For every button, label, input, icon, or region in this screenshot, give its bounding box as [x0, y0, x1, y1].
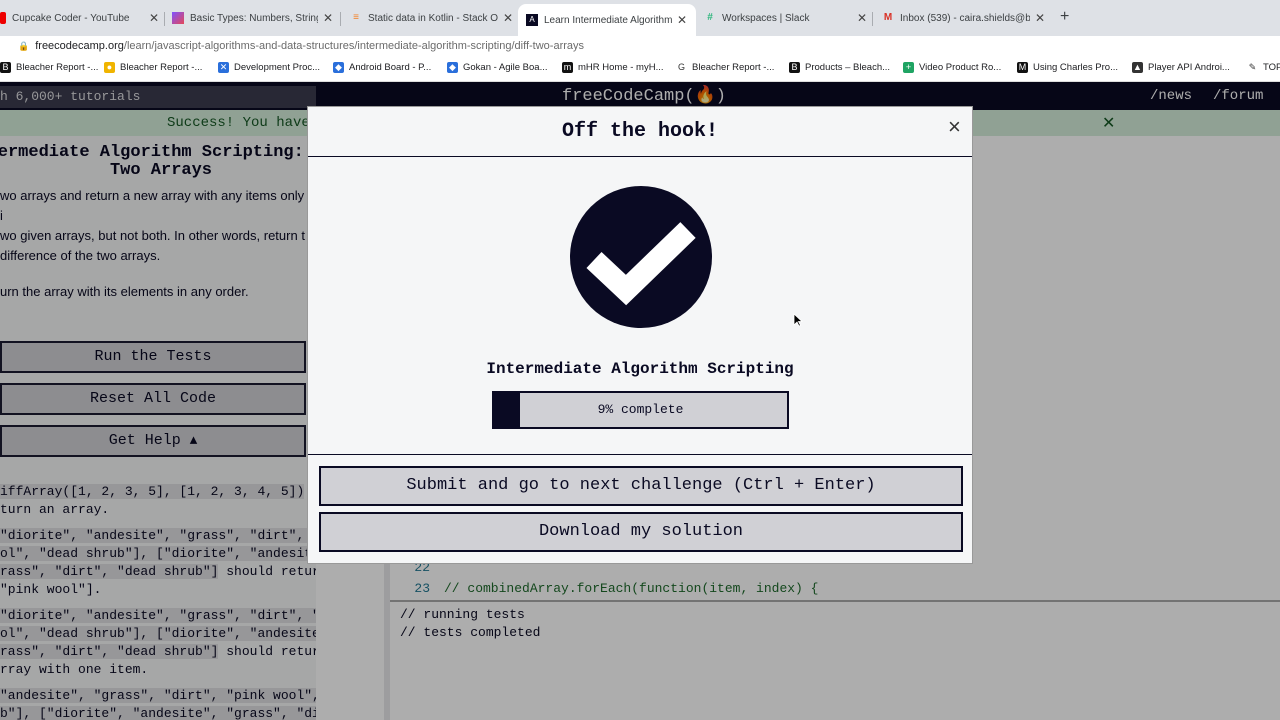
completion-modal: Off the hook! × Intermediate Algorithm S… — [307, 106, 973, 564]
tab-close-icon[interactable]: ✕ — [856, 11, 868, 25]
tab-title: Workspaces | Slack — [722, 12, 810, 24]
bookmark-favicon-icon: m — [562, 62, 573, 73]
modal-title: Off the hook! — [561, 120, 719, 143]
tab-freecodecamp[interactable]: A Learn Intermediate Algorithm S ✕ — [518, 4, 696, 36]
tab-title: Basic Types: Numbers, Strings — [190, 12, 318, 24]
bookmark-item[interactable]: ◆ Gokan - Agile Boa... — [447, 62, 548, 73]
bookmark-item[interactable]: + Video Product Ro... — [903, 62, 1001, 73]
bookmarks-bar: B Bleacher Report -... ● Bleacher Report -.… — [0, 56, 1280, 82]
tab-stackoverflow[interactable]: ≡ Static data in Kotlin - Stack Ov ✕ — [350, 8, 514, 28]
bookmark-favicon-icon: M — [1017, 62, 1028, 73]
tab-close-icon[interactable]: ✕ — [502, 11, 514, 25]
stackoverflow-icon: ≡ — [353, 12, 359, 23]
tab-title: Learn Intermediate Algorithm S — [544, 14, 672, 26]
bookmark-favicon-icon: ✕ — [218, 62, 229, 73]
bookmark-item[interactable]: M Using Charles Pro... — [1017, 62, 1118, 73]
modal-header: Off the hook! × — [308, 107, 972, 157]
modal-divider — [308, 454, 972, 455]
tab-gmail[interactable]: M Inbox (539) - caira.shields@bl ✕ — [882, 8, 1046, 28]
youtube-icon — [0, 12, 6, 24]
tab-separator — [164, 12, 165, 26]
freecodecamp-icon: A — [526, 14, 538, 26]
tab-separator — [872, 12, 873, 26]
certification-title: Intermediate Algorithm Scripting — [486, 360, 794, 378]
bookmark-item[interactable]: ◆ Android Board - P... — [333, 62, 431, 73]
bookmark-label: Products – Bleach... — [805, 62, 891, 73]
bookmark-label: Bleacher Report -... — [16, 62, 99, 73]
bookmark-label: Bleacher Report -... — [692, 62, 775, 73]
tab-title: Cupcake Coder - YouTube — [12, 12, 130, 24]
bookmark-item[interactable]: B Bleacher Report -... — [0, 62, 98, 73]
bookmark-label: mHR Home - myH... — [578, 62, 664, 73]
bookmark-label: Player API Androi... — [1148, 62, 1230, 73]
tab-close-icon[interactable]: ✕ — [148, 11, 160, 25]
bookmark-favicon-icon: B — [0, 62, 11, 73]
tab-title: Static data in Kotlin - Stack Ov — [368, 12, 498, 24]
submit-next-button[interactable]: Submit and go to next challenge (Ctrl + … — [319, 466, 963, 506]
tab-title: Inbox (539) - caira.shields@bl — [900, 12, 1030, 24]
tab-kotlin-docs[interactable]: Basic Types: Numbers, Strings ✕ — [172, 8, 334, 28]
bookmark-label: TOP — [1263, 62, 1280, 73]
url-path: /learn/javascript-algorithms-and-data-st… — [123, 40, 585, 52]
bookmark-favicon-icon: ● — [104, 62, 115, 73]
gmail-icon: M — [883, 12, 893, 23]
bookmark-favicon-icon: ◆ — [333, 62, 344, 73]
tab-close-icon[interactable]: ✕ — [676, 13, 688, 27]
bookmark-item[interactable]: ▲ Player API Androi... — [1132, 62, 1230, 73]
download-solution-button[interactable]: Download my solution — [319, 512, 963, 552]
bookmark-item[interactable]: m mHR Home - myH... — [562, 62, 664, 73]
browser-tab-strip: Cupcake Coder - YouTube ✕ Basic Types: N… — [0, 0, 1280, 36]
url-host: freecodecamp.org — [35, 40, 124, 52]
bookmark-item[interactable]: G Bleacher Report -... — [676, 62, 774, 73]
bookmark-favicon-icon: ▲ — [1132, 62, 1143, 73]
close-icon[interactable]: × — [948, 116, 961, 138]
tab-youtube[interactable]: Cupcake Coder - YouTube ✕ — [0, 8, 160, 28]
mouse-cursor-icon — [793, 313, 804, 332]
bookmark-item[interactable]: B Products – Bleach... — [789, 62, 890, 73]
new-tab-button[interactable]: + — [1060, 8, 1069, 26]
slack-icon: # — [707, 12, 713, 23]
tab-close-icon[interactable]: ✕ — [1034, 11, 1046, 25]
checkmark-icon — [570, 186, 712, 328]
bookmark-favicon-icon: + — [903, 62, 914, 73]
tab-separator — [340, 12, 341, 26]
progress-bar: 9% complete — [492, 391, 789, 429]
bookmark-label: Video Product Ro... — [919, 62, 1002, 73]
tab-slack[interactable]: # Workspaces | Slack ✕ — [704, 8, 868, 28]
bookmark-label: Gokan - Agile Boa... — [463, 62, 548, 73]
address-bar[interactable]: 🔒 freecodecamp.org/learn/javascript-algo… — [0, 36, 1280, 56]
bookmark-label: Using Charles Pro... — [1033, 62, 1119, 73]
bookmark-label: Development Proc... — [234, 62, 321, 73]
bookmark-label: Android Board - P... — [349, 62, 432, 73]
bookmark-item[interactable]: ✎ TOP — [1247, 62, 1280, 73]
kotlin-icon — [172, 12, 184, 24]
bookmark-label: Bleacher Report -... — [120, 62, 203, 73]
tab-close-icon[interactable]: ✕ — [322, 11, 334, 25]
progress-label: 9% complete — [597, 402, 684, 417]
bookmark-favicon-icon: ✎ — [1248, 62, 1257, 72]
bookmark-item[interactable]: ● Bleacher Report -... — [104, 62, 202, 73]
bookmark-favicon-icon: G — [677, 62, 685, 72]
bookmark-favicon-icon: B — [789, 62, 800, 73]
bookmark-favicon-icon: ◆ — [447, 62, 458, 73]
lock-icon: 🔒 — [18, 40, 30, 51]
bookmark-item[interactable]: ✕ Development Proc... — [218, 62, 320, 73]
